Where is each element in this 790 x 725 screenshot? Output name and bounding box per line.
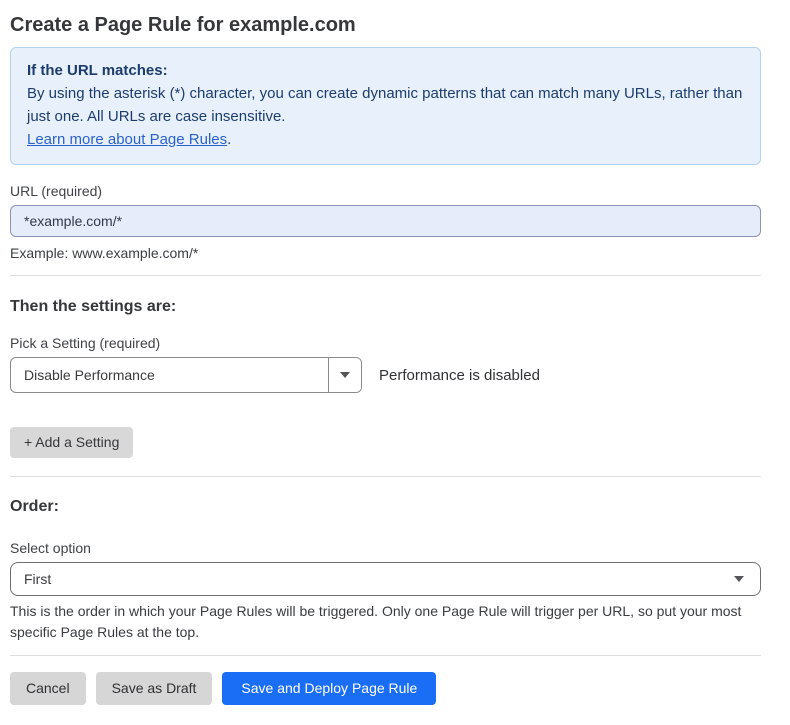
- url-matches-info-box: If the URL matches: By using the asteris…: [10, 47, 761, 165]
- link-period: .: [227, 131, 231, 148]
- setting-select[interactable]: Disable Performance: [10, 357, 362, 393]
- cancel-button[interactable]: Cancel: [10, 672, 86, 705]
- divider: [10, 655, 761, 656]
- pick-setting-label: Pick a Setting (required): [10, 334, 761, 352]
- add-setting-button[interactable]: + Add a Setting: [10, 427, 133, 458]
- setting-select-arrow-button[interactable]: [328, 358, 361, 392]
- setting-select-value: Disable Performance: [11, 358, 328, 392]
- url-example-text: Example: www.example.com/*: [10, 244, 761, 262]
- url-input[interactable]: [10, 205, 761, 237]
- learn-more-link[interactable]: Learn more about Page Rules: [27, 131, 227, 148]
- setting-row: Disable Performance Performance is disab…: [10, 357, 761, 393]
- settings-section-heading: Then the settings are:: [10, 297, 761, 317]
- divider: [10, 275, 761, 276]
- chevron-down-icon: [340, 372, 350, 378]
- order-select-value: First: [24, 571, 51, 587]
- info-box-body: By using the asterisk (*) character, you…: [27, 82, 744, 128]
- save-and-deploy-button[interactable]: Save and Deploy Page Rule: [222, 672, 436, 705]
- order-select[interactable]: First: [10, 562, 761, 596]
- save-as-draft-button[interactable]: Save as Draft: [96, 672, 213, 705]
- chevron-down-icon: [734, 576, 744, 582]
- order-section-heading: Order:: [10, 497, 761, 517]
- url-field-label: URL (required): [10, 182, 761, 200]
- page-title: Create a Page Rule for example.com: [10, 11, 761, 39]
- action-buttons-row: Cancel Save as Draft Save and Deploy Pag…: [10, 672, 761, 705]
- create-page-rule-panel: Create a Page Rule for example.com If th…: [0, 11, 790, 705]
- info-box-link-line: Learn more about Page Rules.: [27, 128, 744, 151]
- info-box-heading: If the URL matches:: [27, 59, 744, 82]
- order-help-text: This is the order in which your Page Rul…: [10, 601, 761, 643]
- setting-status-text: Performance is disabled: [379, 367, 540, 384]
- order-select-label: Select option: [10, 539, 761, 557]
- divider: [10, 476, 761, 477]
